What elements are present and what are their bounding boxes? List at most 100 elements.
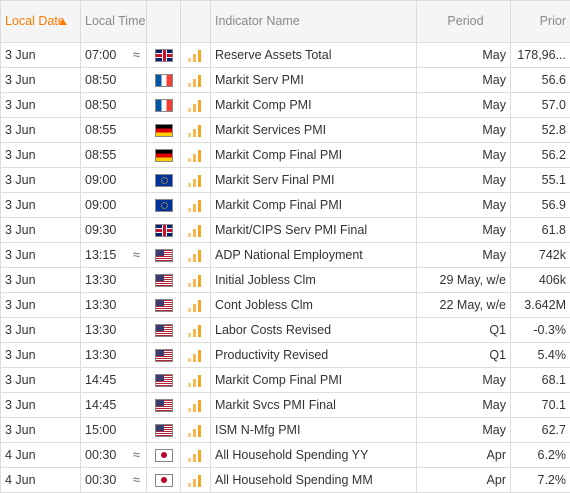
us-flag-icon [154, 349, 173, 363]
sort-ascending-icon [59, 18, 67, 25]
column-header-local-time-label: Local Time [85, 14, 146, 29]
row-indicator-name[interactable]: Markit Comp Final PMI [210, 192, 417, 218]
row-prior: 55.1 [510, 167, 570, 193]
approximate-time-icon: ≈ [132, 247, 140, 262]
row-time-cell: 13:30 [80, 342, 147, 368]
table-row[interactable]: 3 Jun 09:30 Markit/CIPS Serv PMI Final May 6… [0, 217, 570, 243]
table-row[interactable]: 3 Jun 15:00 ISM N-Mfg PMI May 62.7 [0, 417, 570, 443]
row-indicator-name[interactable]: Initial Jobless Clm [210, 267, 417, 293]
column-header-prior[interactable]: Prior [510, 0, 570, 43]
row-prior: 178,96... [510, 42, 570, 68]
row-date: 3 Jun [0, 242, 81, 268]
row-importance [180, 367, 211, 393]
table-row[interactable]: 3 Jun 09:00 Markit Serv Final PMI May 55.1 [0, 167, 570, 193]
table-row[interactable]: 4 Jun 00:30 ≈ All Household Spending MM Apr 7… [0, 467, 570, 493]
table-row[interactable]: 3 Jun 14:45 Markit Svcs PMI Final May 70.1 [0, 392, 570, 418]
table-row[interactable]: 3 Jun 08:50 Markit Comp PMI May 57.0 [0, 92, 570, 118]
row-indicator-name[interactable]: Reserve Assets Total [210, 42, 417, 68]
row-indicator-name[interactable]: ISM N-Mfg PMI [210, 417, 417, 443]
row-time: 15:00 [85, 423, 117, 437]
row-period: May [416, 67, 511, 93]
row-importance [180, 417, 211, 443]
row-importance [180, 92, 211, 118]
row-time-cell: 00:30 ≈ [80, 442, 147, 468]
table-row[interactable]: 3 Jun 08:50 Markit Serv PMI May 56.6 [0, 67, 570, 93]
row-period: 22 May, w/e [416, 292, 511, 318]
row-period: 29 May, w/e [416, 267, 511, 293]
column-header-indicator-name-label: Indicator Name [215, 14, 300, 29]
column-header-local-date[interactable]: Local Date [0, 0, 81, 43]
row-indicator-name[interactable]: Markit Comp Final PMI [210, 367, 417, 393]
table-row[interactable]: 3 Jun 13:30 Cont Jobless Clm 22 May, w/e 3.6… [0, 292, 570, 318]
row-date: 3 Jun [0, 142, 81, 168]
importance-bars-icon [187, 449, 204, 463]
approximate-time-icon: ≈ [132, 472, 140, 487]
importance-bars-icon [187, 299, 204, 313]
row-importance [180, 117, 211, 143]
table-row[interactable]: 3 Jun 14:45 Markit Comp Final PMI May 68.1 [0, 367, 570, 393]
row-indicator-name[interactable]: ADP National Employment [210, 242, 417, 268]
column-header-local-time[interactable]: Local Time [80, 0, 147, 43]
row-importance [180, 267, 211, 293]
column-header-period[interactable]: Period [416, 0, 511, 43]
table-row[interactable]: 3 Jun 09:00 Markit Comp Final PMI May 56.9 [0, 192, 570, 218]
row-time-cell: 13:15 ≈ [80, 242, 147, 268]
row-indicator-name[interactable]: Markit Serv Final PMI [210, 167, 417, 193]
row-period: May [416, 92, 511, 118]
fr-flag-icon [154, 99, 173, 113]
row-time-cell: 13:30 [80, 317, 147, 343]
us-flag-icon [154, 274, 173, 288]
row-date: 3 Jun [0, 317, 81, 343]
importance-bars-icon [187, 399, 204, 413]
row-time: 13:15 [85, 248, 117, 262]
row-prior: 68.1 [510, 367, 570, 393]
row-country [146, 442, 181, 468]
table-row[interactable]: 3 Jun 13:30 Labor Costs Revised Q1 -0.3% [0, 317, 570, 343]
row-country [146, 167, 181, 193]
row-indicator-name[interactable]: Markit Comp PMI [210, 92, 417, 118]
row-date: 3 Jun [0, 217, 81, 243]
row-indicator-name[interactable]: All Household Spending YY [210, 442, 417, 468]
importance-bars-icon [187, 149, 204, 163]
row-time: 07:00 [85, 48, 117, 62]
row-time-cell: 08:50 [80, 92, 147, 118]
column-header-importance [180, 0, 211, 43]
table-row[interactable]: 3 Jun 13:30 Initial Jobless Clm 29 May, w/e… [0, 267, 570, 293]
importance-bars-icon [187, 424, 204, 438]
row-time: 09:00 [85, 173, 117, 187]
row-period: May [416, 192, 511, 218]
importance-bars-icon [187, 49, 204, 63]
row-indicator-name[interactable]: Markit Services PMI [210, 117, 417, 143]
row-time-cell: 07:00 ≈ [80, 42, 147, 68]
row-time: 08:50 [85, 73, 117, 87]
row-time-cell: 00:30 ≈ [80, 467, 147, 493]
row-indicator-name[interactable]: Markit Serv PMI [210, 67, 417, 93]
row-indicator-name[interactable]: Markit Comp Final PMI [210, 142, 417, 168]
row-prior: 52.8 [510, 117, 570, 143]
row-date: 3 Jun [0, 342, 81, 368]
row-date: 3 Jun [0, 192, 81, 218]
row-country [146, 267, 181, 293]
row-country [146, 242, 181, 268]
row-indicator-name[interactable]: All Household Spending MM [210, 467, 417, 493]
table-row[interactable]: 3 Jun 13:30 Productivity Revised Q1 5.4% [0, 342, 570, 368]
row-period: Apr [416, 442, 511, 468]
row-indicator-name[interactable]: Markit Svcs PMI Final [210, 392, 417, 418]
row-indicator-name[interactable]: Markit/CIPS Serv PMI Final [210, 217, 417, 243]
row-prior: 70.1 [510, 392, 570, 418]
row-date: 3 Jun [0, 392, 81, 418]
row-period: Q1 [416, 317, 511, 343]
row-indicator-name[interactable]: Productivity Revised [210, 342, 417, 368]
row-indicator-name[interactable]: Cont Jobless Clm [210, 292, 417, 318]
row-indicator-name[interactable]: Labor Costs Revised [210, 317, 417, 343]
table-row[interactable]: 3 Jun 07:00 ≈ Reserve Assets Total May 178,96… [0, 42, 570, 68]
table-row[interactable]: 3 Jun 08:55 Markit Services PMI May 52.8 [0, 117, 570, 143]
row-importance [180, 42, 211, 68]
importance-bars-icon [187, 99, 204, 113]
table-row[interactable]: 4 Jun 00:30 ≈ All Household Spending YY Apr 6… [0, 442, 570, 468]
column-header-indicator-name[interactable]: Indicator Name [210, 0, 417, 43]
row-time: 00:30 [85, 473, 117, 487]
table-row[interactable]: 3 Jun 08:55 Markit Comp Final PMI May 56.2 [0, 142, 570, 168]
header-row: Local Date Local Time Indicator Name Per… [0, 0, 570, 43]
table-row[interactable]: 3 Jun 13:15 ≈ ADP National Employment May 742… [0, 242, 570, 268]
